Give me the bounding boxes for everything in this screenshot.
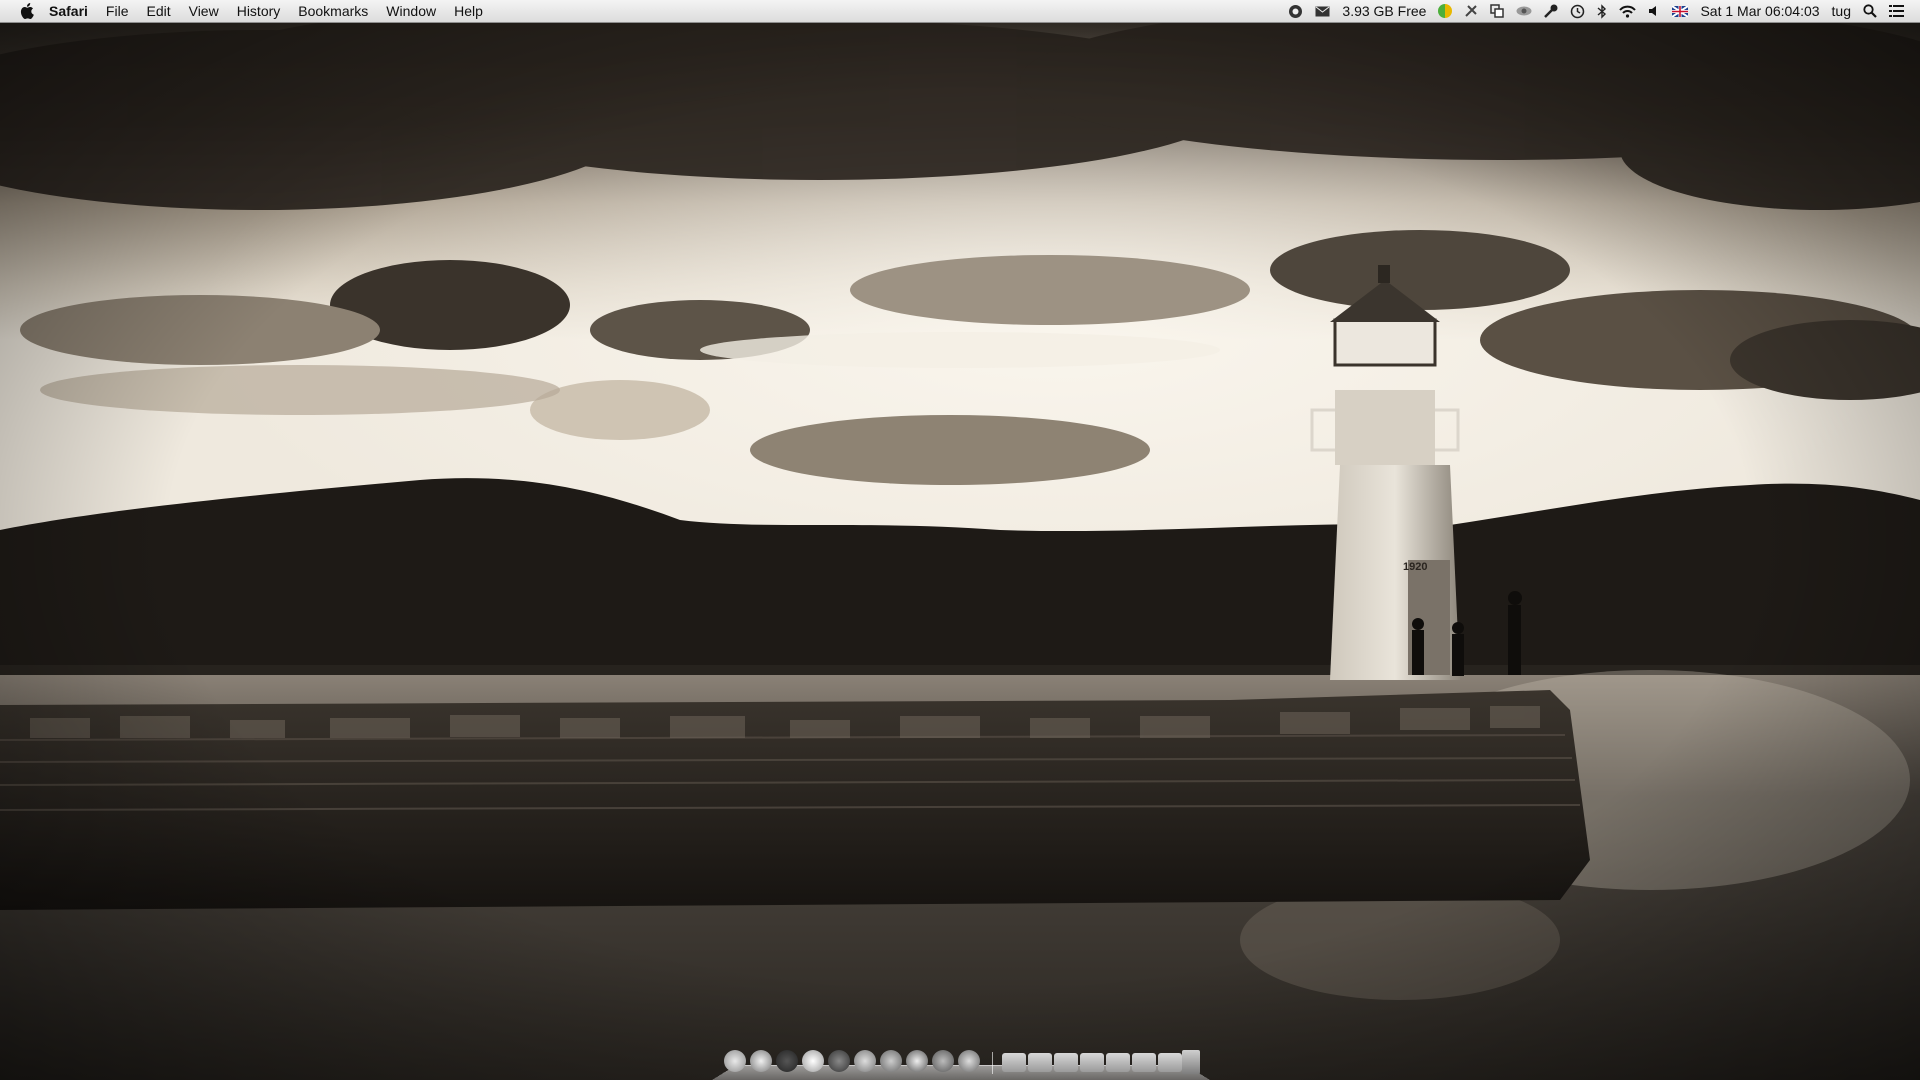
trash-icon[interactable] [1182, 1050, 1200, 1074]
menu-window[interactable]: Window [377, 0, 445, 22]
disk-free-text[interactable]: 3.93 GB Free [1336, 0, 1432, 22]
apple-menu-icon[interactable] [14, 0, 40, 22]
wrench-icon[interactable] [1538, 0, 1564, 22]
finder-icon[interactable] [724, 1050, 746, 1072]
preferences-icon[interactable] [854, 1050, 876, 1072]
dock [712, 1046, 1210, 1080]
windows-icon[interactable] [802, 1050, 824, 1072]
clock-text[interactable]: Sat 1 Mar 06:04:03 [1694, 0, 1825, 22]
folder-icon[interactable] [1132, 1053, 1156, 1072]
folder-icon[interactable] [1080, 1053, 1104, 1072]
volume-icon[interactable] [1642, 0, 1666, 22]
safari-icon[interactable] [750, 1050, 772, 1072]
folder-icon[interactable] [1054, 1053, 1078, 1072]
copy-icon[interactable] [1484, 0, 1510, 22]
dock-separator [992, 1052, 993, 1074]
menu-history[interactable]: History [228, 0, 290, 22]
desktop-wallpaper: 1920 [0, 0, 1920, 1080]
app-menu[interactable]: Safari [40, 0, 97, 22]
color-icon[interactable] [1432, 0, 1458, 22]
folder-icon[interactable] [1002, 1053, 1026, 1072]
itunes-icon[interactable] [776, 1050, 798, 1072]
folder-icon[interactable] [1158, 1053, 1182, 1072]
spotlight-icon[interactable] [1857, 0, 1883, 22]
compass-icon[interactable] [932, 1050, 954, 1072]
folder-icon[interactable] [1028, 1053, 1052, 1072]
folder-icon[interactable] [1106, 1053, 1130, 1072]
script-icon[interactable] [1458, 0, 1484, 22]
gear-icon[interactable] [906, 1050, 928, 1072]
menu-file[interactable]: File [97, 0, 138, 22]
menu-bar: Safari File Edit View History Bookmarks … [0, 0, 1920, 23]
facetime-icon[interactable] [828, 1050, 850, 1072]
menu-help[interactable]: Help [445, 0, 492, 22]
list-icon[interactable] [1883, 0, 1910, 22]
tor-icon[interactable] [1282, 0, 1309, 22]
menu-edit[interactable]: Edit [137, 0, 179, 22]
user-name[interactable]: tug [1826, 0, 1857, 22]
bluetooth-icon[interactable] [1591, 0, 1613, 22]
flag-uk-icon[interactable] [1666, 0, 1694, 22]
menu-bookmarks[interactable]: Bookmarks [289, 0, 377, 22]
time-machine-icon[interactable] [1564, 0, 1591, 22]
wifi-icon[interactable] [1613, 0, 1642, 22]
utilities-icon[interactable] [958, 1050, 980, 1072]
settings-icon[interactable] [880, 1050, 902, 1072]
menu-view[interactable]: View [180, 0, 228, 22]
eye-icon[interactable] [1510, 0, 1538, 22]
mail-icon[interactable] [1309, 0, 1336, 22]
